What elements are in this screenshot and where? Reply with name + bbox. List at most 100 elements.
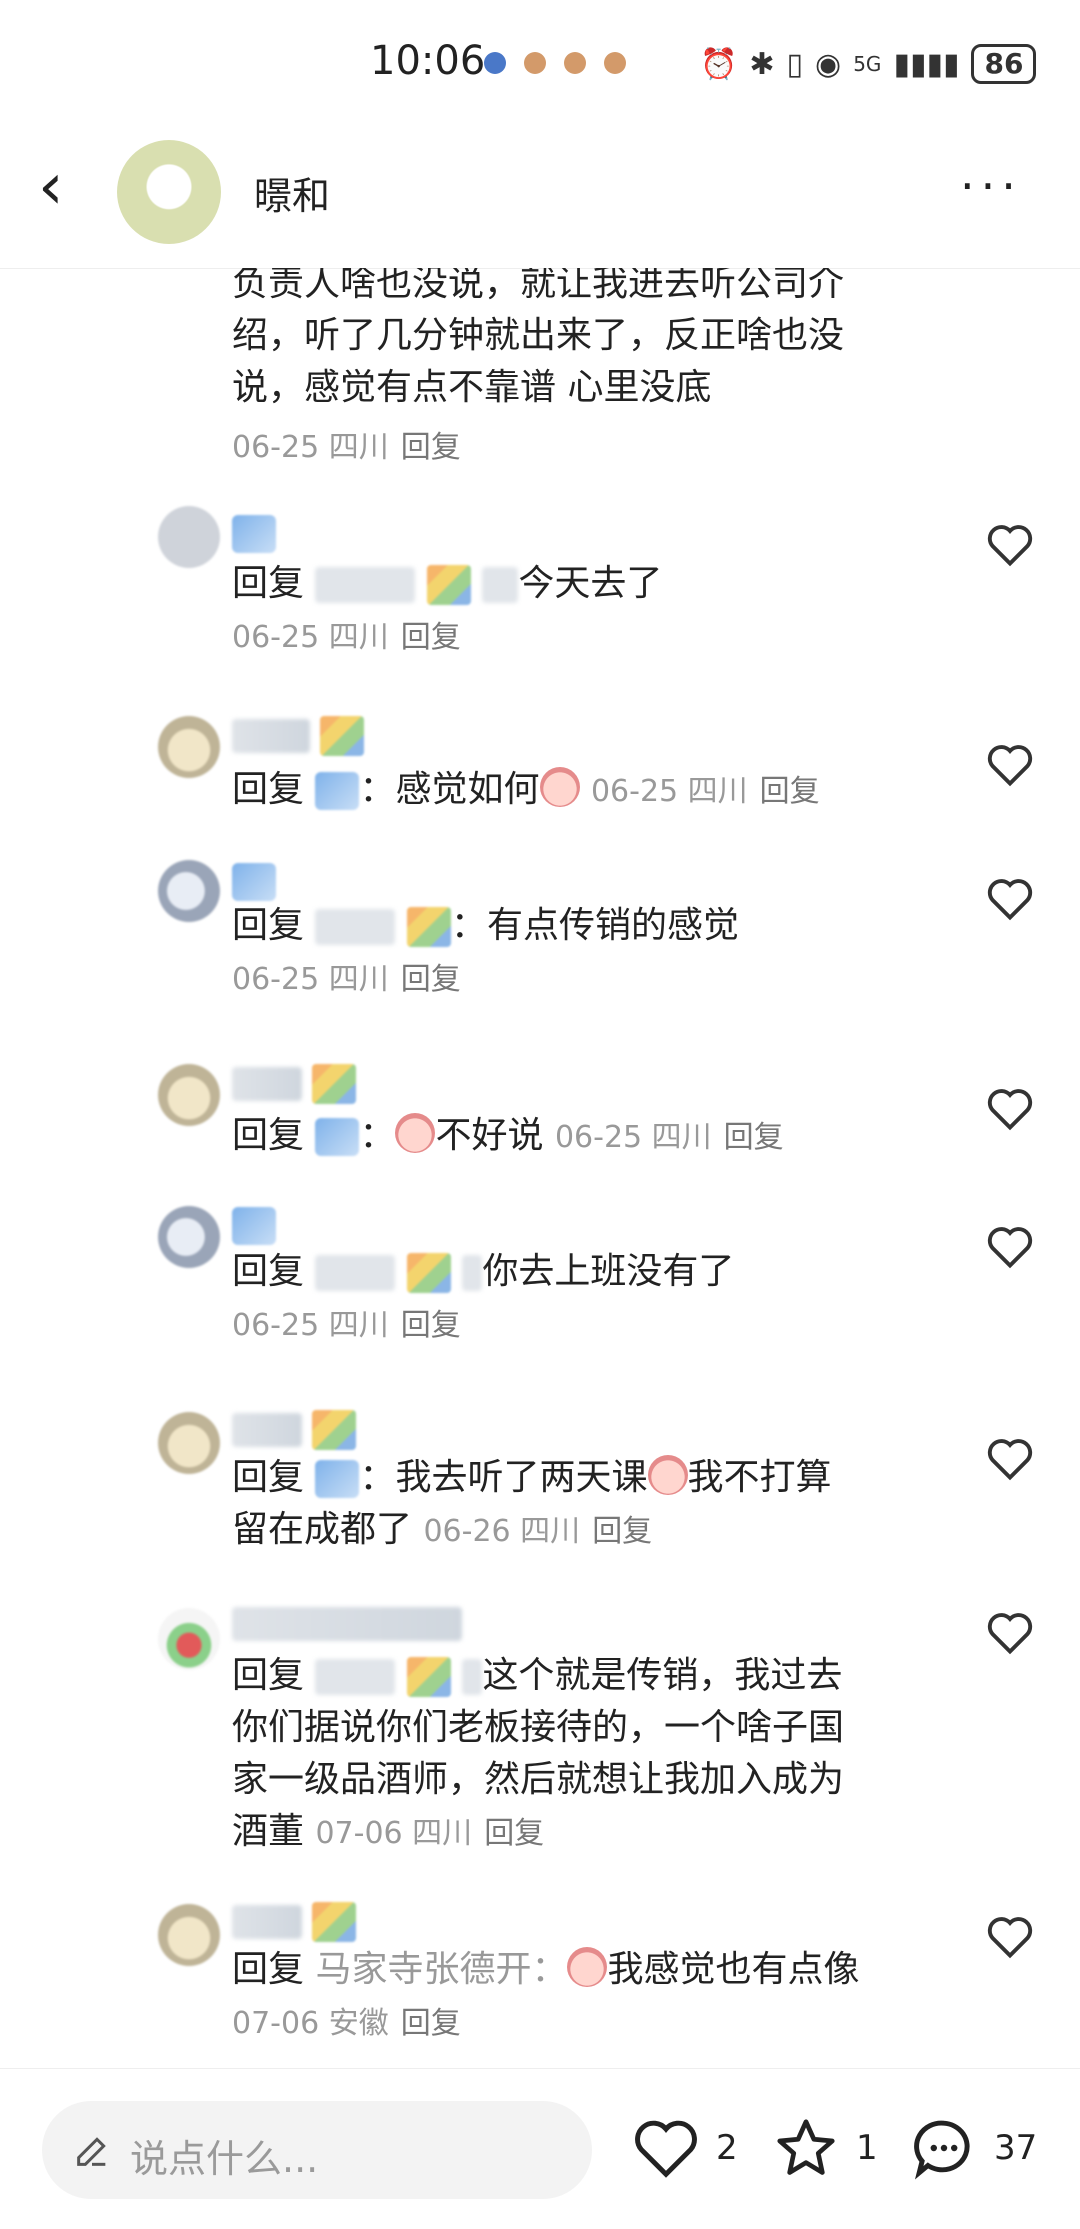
status-time: 10:06 [370, 38, 486, 84]
like-button[interactable]: 2 [628, 2113, 738, 2183]
battery-indicator: 86 [971, 44, 1037, 84]
comment-text: 你们据说你们老板接待的，一个啥子国 [232, 1707, 845, 1748]
notification-icon [524, 52, 546, 74]
bottom-action-bar: 说点什么... 2 1 37 [0, 2068, 1080, 2229]
comment-meta: 06-25 四川 [232, 620, 389, 655]
heart-icon[interactable] [984, 1432, 1036, 1484]
avatar[interactable] [158, 860, 220, 922]
username[interactable] [232, 1900, 356, 1944]
comment-text: 负责人啥也没说，就让我进去听公司介 [232, 268, 845, 304]
alarm-icon: ⏰ [700, 46, 738, 82]
network-type: 5G [853, 52, 882, 76]
comment-text: 回复 今天去了 [232, 563, 663, 605]
chat-header: ‹ 暻和 ··· [0, 125, 1080, 269]
reply-button[interactable]: 回复 [724, 1120, 784, 1155]
comment-text: 酒董 07-06 四川 回复 [232, 1811, 545, 1852]
username-emoji [320, 716, 364, 756]
username-emoji [406, 1253, 451, 1293]
comment-text: 家一级品酒师，然后就想让我加入成为 [232, 1759, 845, 1800]
reply-target[interactable]: 马家寺张德开： [315, 1949, 567, 1990]
reply-target[interactable] [315, 772, 360, 810]
comment-text: 回复 马家寺张德开： 我感觉也有点像 [232, 1947, 860, 1990]
heart-icon[interactable] [984, 1082, 1036, 1134]
emoji [567, 1947, 608, 1987]
avatar[interactable] [158, 1608, 220, 1670]
vibrate-icon: ▯ [786, 46, 804, 82]
username[interactable] [232, 1062, 356, 1106]
back-arrow-icon[interactable]: ‹ [38, 155, 64, 219]
author-name[interactable]: 暻和 [254, 165, 330, 220]
comment-text: 回复 ：有点传销的感觉 [232, 905, 739, 947]
username-emoji [312, 1410, 356, 1450]
reply-button[interactable]: 回复 [401, 430, 461, 465]
system-icons: ⏰ ✱ ▯ ◉ 5G ▮▮▮▮ 86 [700, 44, 1037, 84]
reply-button[interactable]: 回复 [760, 774, 820, 809]
speech-bubble-icon [914, 2120, 970, 2180]
emoji [539, 767, 580, 807]
comment-button[interactable]: 37 [906, 2113, 1037, 2183]
comment-meta: 06-25 四川 [232, 962, 389, 997]
username[interactable] [232, 860, 276, 904]
username-emoji [426, 565, 471, 605]
avatar[interactable] [158, 1412, 220, 1474]
username[interactable] [232, 1204, 276, 1248]
notification-icon [484, 52, 506, 74]
comment-placeholder: 说点什么... [130, 2137, 319, 2181]
reply-target[interactable] [315, 567, 416, 603]
heart-icon[interactable] [984, 872, 1036, 924]
username[interactable] [232, 1602, 462, 1646]
avatar[interactable] [158, 1206, 220, 1268]
reply-button[interactable]: 回复 [401, 1308, 461, 1343]
pencil-icon [77, 2137, 106, 2166]
username[interactable] [232, 512, 276, 556]
heart-icon[interactable] [984, 1606, 1036, 1658]
reply-target[interactable] [315, 1118, 360, 1156]
comment-meta: 07-06 四川 [315, 1816, 473, 1851]
comment-text: 回复 ：我去听了两天课 我不打算 [232, 1455, 832, 1498]
username-emoji [232, 515, 276, 553]
star-icon [777, 2119, 835, 2175]
more-options-icon[interactable]: ··· [960, 159, 1022, 213]
reply-target[interactable] [315, 909, 396, 945]
status-bar: 10:06 ⏰ ✱ ▯ ◉ 5G ▮▮▮▮ 86 [0, 0, 1080, 125]
comment-text: 回复 你去上班没有了 [232, 1251, 735, 1293]
notification-icon [604, 52, 626, 74]
reply-target[interactable] [315, 1659, 396, 1695]
comment-text: 绍，听了几分钟就出来了，反正啥也没 [232, 315, 845, 356]
bluetooth-icon: ✱ [749, 46, 775, 82]
reply-button[interactable]: 回复 [401, 962, 461, 997]
comment-list: 负责人啥也没说，就让我进去听公司介 绍，听了几分钟就出来了，反正啥也没 说，感觉… [0, 268, 1080, 2068]
comment-count: 37 [994, 2128, 1038, 2168]
reply-button[interactable]: 回复 [592, 1514, 652, 1549]
notification-icons [484, 52, 626, 74]
comment-meta: 06-25 四川 [232, 430, 389, 465]
reply-button[interactable]: 回复 [484, 1816, 544, 1851]
heart-icon[interactable] [984, 738, 1036, 790]
comment-meta: 06-25 四川 [554, 1120, 712, 1155]
emoji [395, 1113, 436, 1153]
avatar[interactable] [117, 140, 221, 244]
avatar[interactable] [158, 1904, 220, 1966]
avatar[interactable] [158, 716, 220, 778]
reply-button[interactable]: 回复 [401, 2006, 461, 2041]
hotspot-icon: ◉ [815, 46, 842, 82]
favorite-button[interactable]: 1 [768, 2113, 878, 2183]
username[interactable] [232, 714, 364, 758]
reply-target[interactable] [315, 1255, 396, 1291]
heart-icon[interactable] [984, 1220, 1036, 1272]
comment-text: 回复 ：感觉如何 06-25 四川 回复 [232, 767, 820, 810]
like-count: 2 [716, 2128, 738, 2168]
reply-target[interactable] [315, 1460, 360, 1498]
avatar[interactable] [158, 506, 220, 568]
comment-input[interactable]: 说点什么... [42, 2101, 592, 2199]
heart-icon[interactable] [984, 518, 1036, 570]
username[interactable] [232, 1408, 356, 1452]
username-emoji [406, 907, 451, 947]
comment-meta: 06-25 四川 [590, 774, 748, 809]
avatar[interactable] [158, 1064, 220, 1126]
heart-icon[interactable] [984, 1910, 1036, 1962]
comment-meta: 06-26 四川 [423, 1514, 581, 1549]
username-emoji [406, 1657, 451, 1697]
heart-icon [635, 2120, 697, 2178]
reply-button[interactable]: 回复 [401, 620, 461, 655]
